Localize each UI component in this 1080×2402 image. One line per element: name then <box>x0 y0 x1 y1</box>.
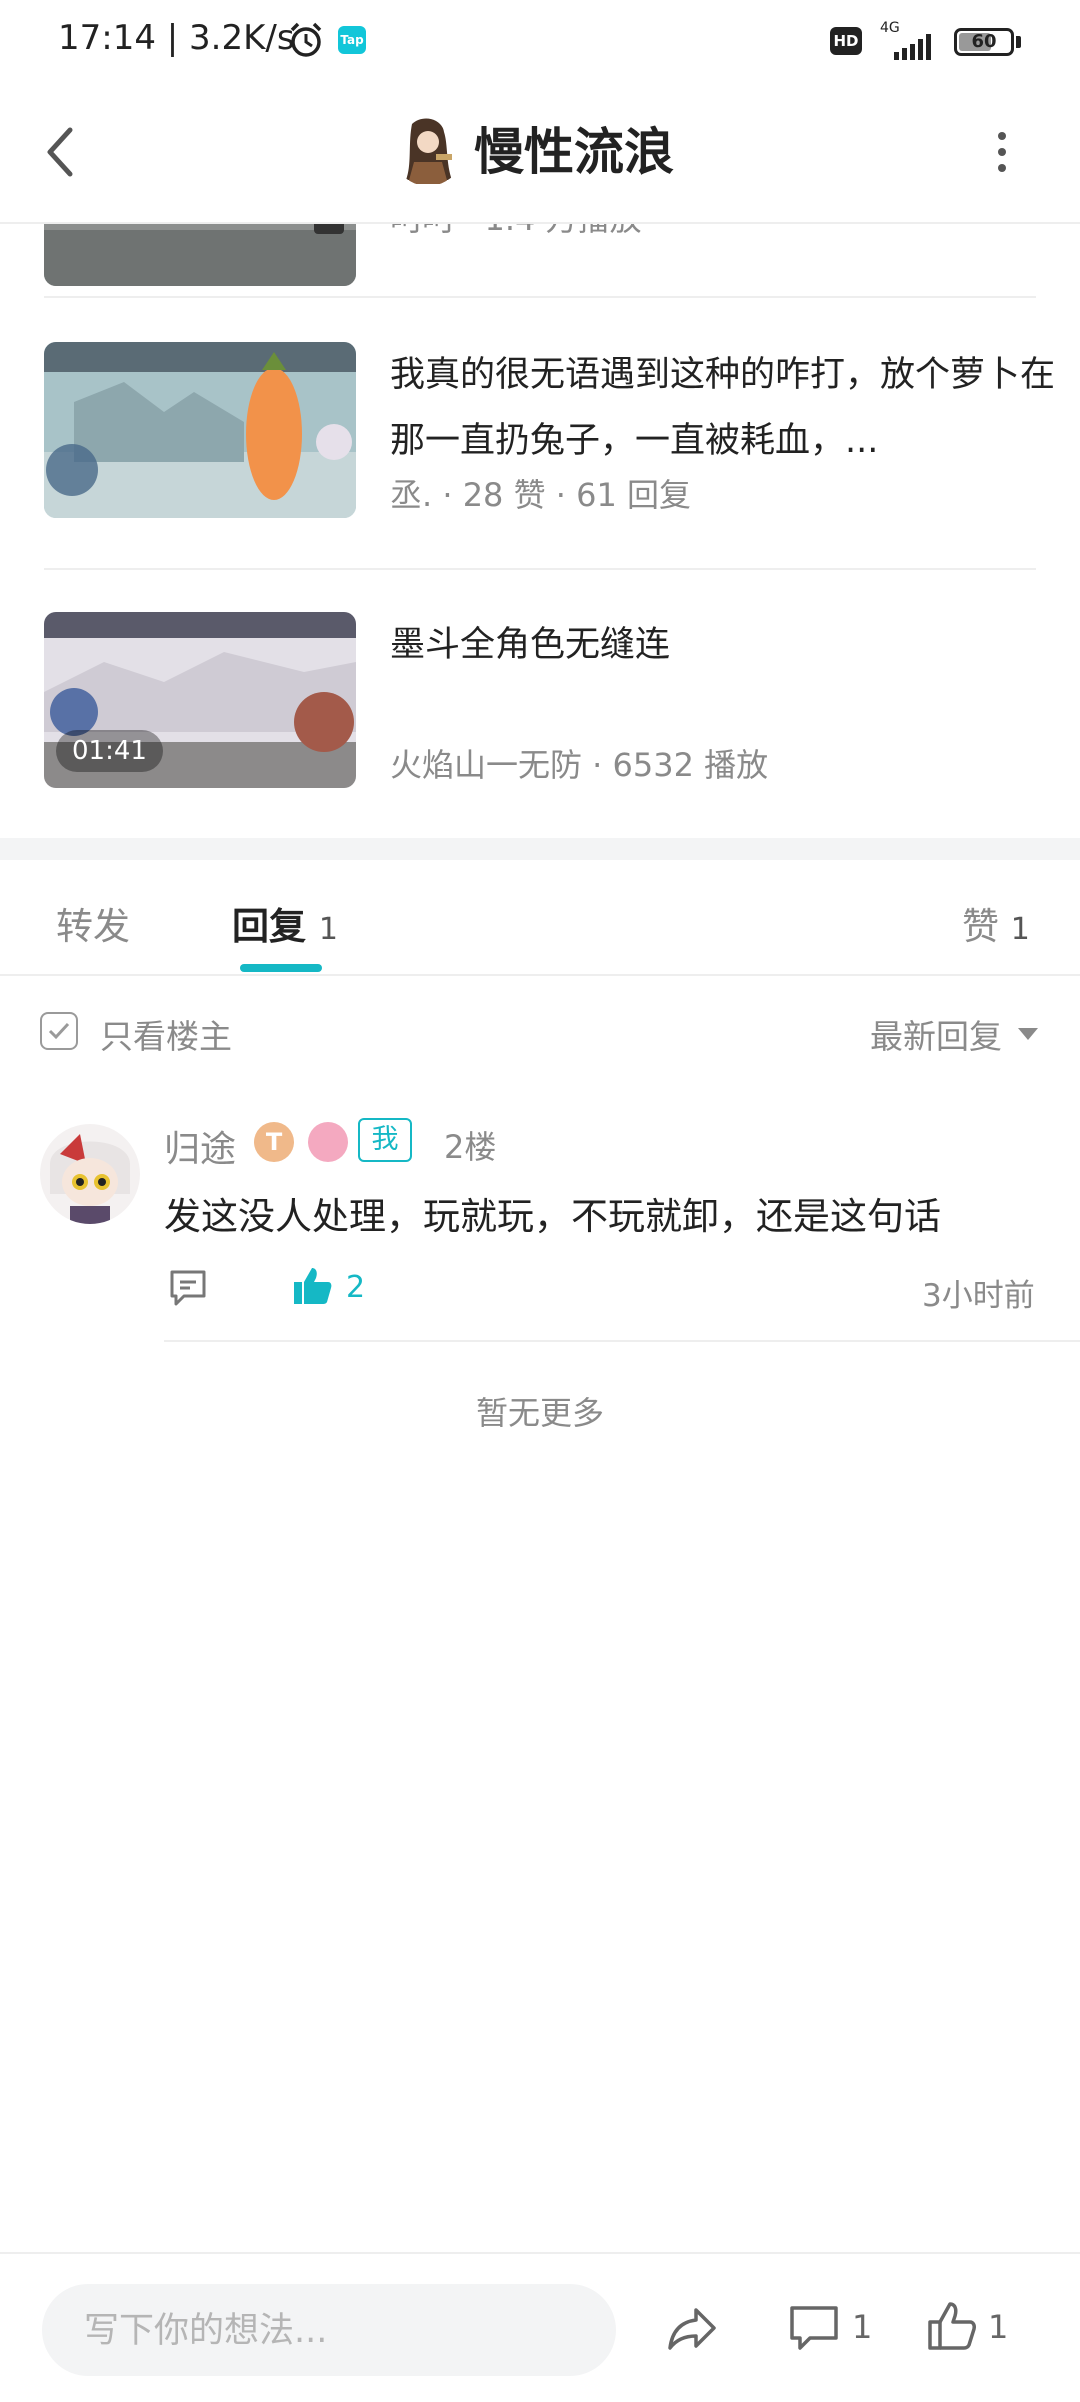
hd-icon: HD <box>830 27 862 55</box>
battery-level: 60 <box>971 31 997 52</box>
level-badge: T <box>254 1122 294 1162</box>
reply-icon[interactable] <box>166 1266 210 1310</box>
floor-number: 2楼 <box>444 1128 497 1166</box>
top-header: 慢性流浪 <box>0 84 1080 224</box>
comment-input-container[interactable] <box>42 2284 616 2378</box>
active-tab-indicator <box>240 964 322 972</box>
status-time-speed: 17:14 | 3.2K/s <box>58 18 295 58</box>
comment-input[interactable] <box>82 2284 586 2378</box>
tab-label: 赞 <box>962 905 999 948</box>
comment-divider <box>164 1340 1080 1342</box>
more-options-icon[interactable] <box>990 128 1014 176</box>
me-badge: 我 <box>358 1118 412 1162</box>
post-title: 墨斗全角色无缝连 <box>390 625 671 665</box>
signal-icon <box>894 34 931 60</box>
post-meta: 火焰山一无防 · 6532 播放 <box>390 746 769 784</box>
comment-icon[interactable] <box>786 2300 842 2356</box>
only-op-label[interactable]: 只看楼主 <box>100 1010 232 1058</box>
tab-likes[interactable]: 赞 1 <box>962 896 1030 950</box>
tab-count: 1 <box>1010 912 1030 947</box>
no-more-text: 暂无更多 <box>475 1394 604 1432</box>
tab-repost[interactable]: 转发 <box>56 896 130 950</box>
like-count: 1 <box>988 2308 1009 2346</box>
battery-icon: 60 <box>954 28 1014 56</box>
tap-app-icon: Tap <box>338 26 366 54</box>
thumbs-up-icon[interactable] <box>290 1264 334 1308</box>
tab-label: 转发 <box>56 905 130 948</box>
related-post-item[interactable]: 我真的很无语遇到这种的咋打，放个萝卜在那一直扔兔子，一直被耗血，... 丞. ·… <box>44 342 1055 518</box>
comment-body: 发这没人处理，玩就玩，不玩就卸，还是这句话 <box>164 1195 941 1238</box>
tab-count: 1 <box>318 912 338 947</box>
page-title: 慢性流浪 <box>474 123 674 181</box>
back-arrow-icon[interactable] <box>38 122 82 182</box>
share-icon[interactable] <box>664 2300 720 2356</box>
commenter-avatar[interactable] <box>40 1124 140 1224</box>
tab-replies[interactable]: 回复 1 <box>232 896 338 950</box>
list-divider <box>44 568 1036 570</box>
sort-dropdown[interactable]: 最新回复 <box>870 1010 1002 1058</box>
author-avatar[interactable] <box>392 114 464 186</box>
battery-tip <box>1016 36 1021 48</box>
bottom-action-bar: 1 1 <box>0 2252 1080 2402</box>
caret-down-icon[interactable] <box>1018 1028 1038 1040</box>
comment-count: 1 <box>852 2308 873 2346</box>
related-post-item[interactable]: 01:41 墨斗全角色无缝连 火焰山一无防 · 6532 播放 <box>44 612 1036 788</box>
alarm-icon <box>290 22 322 57</box>
list-divider <box>44 296 1036 298</box>
achievement-badge-icon <box>308 1122 348 1162</box>
only-op-checkbox[interactable] <box>40 1012 78 1050</box>
check-icon <box>48 1022 70 1040</box>
post-title: 我真的很无语遇到这种的咋打，放个萝卜在那一直扔兔子，一直被耗血，... <box>390 355 1056 461</box>
video-thumbnail[interactable] <box>44 342 356 518</box>
tab-label: 回复 <box>232 905 306 948</box>
commenter-name[interactable]: 归途 <box>164 1120 236 1172</box>
thumbs-up-icon[interactable] <box>924 2298 980 2354</box>
comment-like-count: 2 <box>346 1270 366 1305</box>
tabs-divider <box>0 974 1080 976</box>
comment-time: 3小时前 <box>922 1278 1035 1314</box>
post-meta: 丞. · 28 赞 · 61 回复 <box>390 476 691 514</box>
status-bar: 17:14 | 3.2K/s Tap HD 4G 60 <box>0 0 1080 84</box>
video-duration: 01:41 <box>56 730 163 772</box>
section-separator <box>0 838 1080 860</box>
